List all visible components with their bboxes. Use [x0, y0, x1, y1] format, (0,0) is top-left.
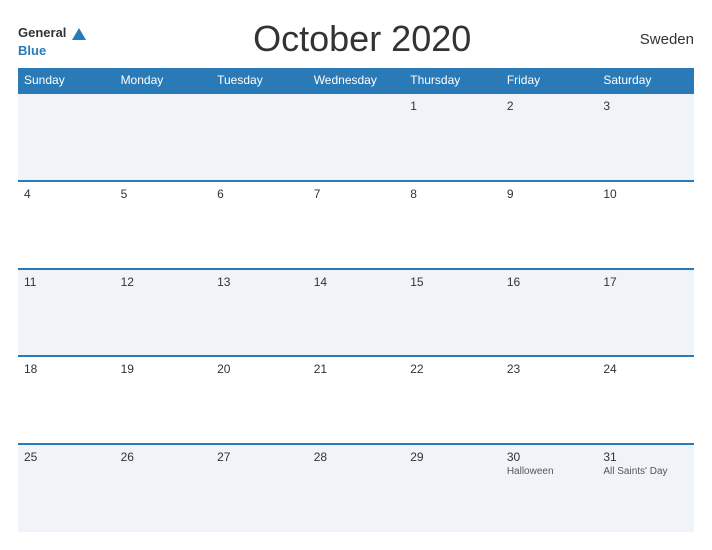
header: General Blue October 2020 Sweden [18, 18, 694, 60]
calendar-cell: 29 [404, 444, 501, 532]
date-number: 31 [603, 450, 688, 464]
calendar-cell: 30 Halloween [501, 444, 598, 532]
calendar-cell: 16 [501, 269, 598, 357]
date-number: 28 [314, 450, 399, 464]
calendar-cell: 23 [501, 356, 598, 444]
calendar-cell: 19 [115, 356, 212, 444]
date-number: 24 [603, 362, 688, 376]
event-label: Halloween [507, 466, 592, 477]
date-number: 19 [121, 362, 206, 376]
calendar-cell: 12 [115, 269, 212, 357]
date-number: 12 [121, 275, 206, 289]
event-label: All Saints' Day [603, 466, 688, 477]
date-number: 8 [410, 187, 495, 201]
calendar-cell: 25 [18, 444, 115, 532]
header-thursday: Thursday [404, 68, 501, 93]
calendar-cell: 5 [115, 181, 212, 269]
date-number: 1 [410, 99, 495, 113]
calendar-cell: 27 [211, 444, 308, 532]
date-number: 9 [507, 187, 592, 201]
date-number: 23 [507, 362, 592, 376]
logo-blue: Blue [18, 44, 46, 57]
calendar-cell [18, 93, 115, 181]
calendar-cell: 24 [597, 356, 694, 444]
calendar-cell [115, 93, 212, 181]
date-number: 29 [410, 450, 495, 464]
date-number: 30 [507, 450, 592, 464]
calendar-cell: 14 [308, 269, 405, 357]
date-number: 10 [603, 187, 688, 201]
date-number: 5 [121, 187, 206, 201]
calendar-title: October 2020 [90, 18, 634, 60]
calendar-table: Sunday Monday Tuesday Wednesday Thursday… [18, 68, 694, 532]
calendar-week-row: 123 [18, 93, 694, 181]
date-number: 27 [217, 450, 302, 464]
calendar-cell: 18 [18, 356, 115, 444]
header-tuesday: Tuesday [211, 68, 308, 93]
calendar-cell: 28 [308, 444, 405, 532]
calendar-cell: 3 [597, 93, 694, 181]
calendar-cell: 31 All Saints' Day [597, 444, 694, 532]
calendar-cell: 20 [211, 356, 308, 444]
calendar-cell: 15 [404, 269, 501, 357]
calendar-week-row: 18 19 20 21 22 23 24 [18, 356, 694, 444]
date-number: 20 [217, 362, 302, 376]
date-number: 18 [24, 362, 109, 376]
date-number: 26 [121, 450, 206, 464]
date-number: 17 [603, 275, 688, 289]
calendar-cell: 4 [18, 181, 115, 269]
calendar-week-row: 456789 10 [18, 181, 694, 269]
date-number: 11 [24, 275, 109, 289]
header-saturday: Saturday [597, 68, 694, 93]
logo-triangle-icon [68, 22, 90, 44]
header-friday: Friday [501, 68, 598, 93]
calendar-cell: 10 [597, 181, 694, 269]
logo: General Blue [18, 22, 90, 57]
calendar-cell: 6 [211, 181, 308, 269]
date-number: 7 [314, 187, 399, 201]
calendar-week-row: 25 26 27 28 29 30 Halloween 31 All Saints' Day [18, 444, 694, 532]
calendar-cell: 1 [404, 93, 501, 181]
calendar-cell: 8 [404, 181, 501, 269]
calendar-cell [211, 93, 308, 181]
calendar-cell: 2 [501, 93, 598, 181]
calendar-cell: 13 [211, 269, 308, 357]
date-number: 6 [217, 187, 302, 201]
page: General Blue October 2020 Sweden Sunday … [0, 0, 712, 550]
calendar-cell: 17 [597, 269, 694, 357]
calendar-cell: 21 [308, 356, 405, 444]
date-number: 14 [314, 275, 399, 289]
calendar-cell: 26 [115, 444, 212, 532]
date-number: 3 [603, 99, 688, 113]
date-number: 13 [217, 275, 302, 289]
header-monday: Monday [115, 68, 212, 93]
date-number: 4 [24, 187, 109, 201]
weekday-header-row: Sunday Monday Tuesday Wednesday Thursday… [18, 68, 694, 93]
date-number: 22 [410, 362, 495, 376]
date-number: 25 [24, 450, 109, 464]
calendar-cell: 7 [308, 181, 405, 269]
calendar-week-row: 11 12 13 14 15 16 17 [18, 269, 694, 357]
date-number: 15 [410, 275, 495, 289]
country-label: Sweden [634, 31, 694, 48]
logo-general: General [18, 26, 66, 39]
date-number: 2 [507, 99, 592, 113]
date-number: 16 [507, 275, 592, 289]
calendar-cell [308, 93, 405, 181]
header-sunday: Sunday [18, 68, 115, 93]
calendar-cell: 11 [18, 269, 115, 357]
calendar-cell: 22 [404, 356, 501, 444]
date-number: 21 [314, 362, 399, 376]
header-wednesday: Wednesday [308, 68, 405, 93]
calendar-cell: 9 [501, 181, 598, 269]
